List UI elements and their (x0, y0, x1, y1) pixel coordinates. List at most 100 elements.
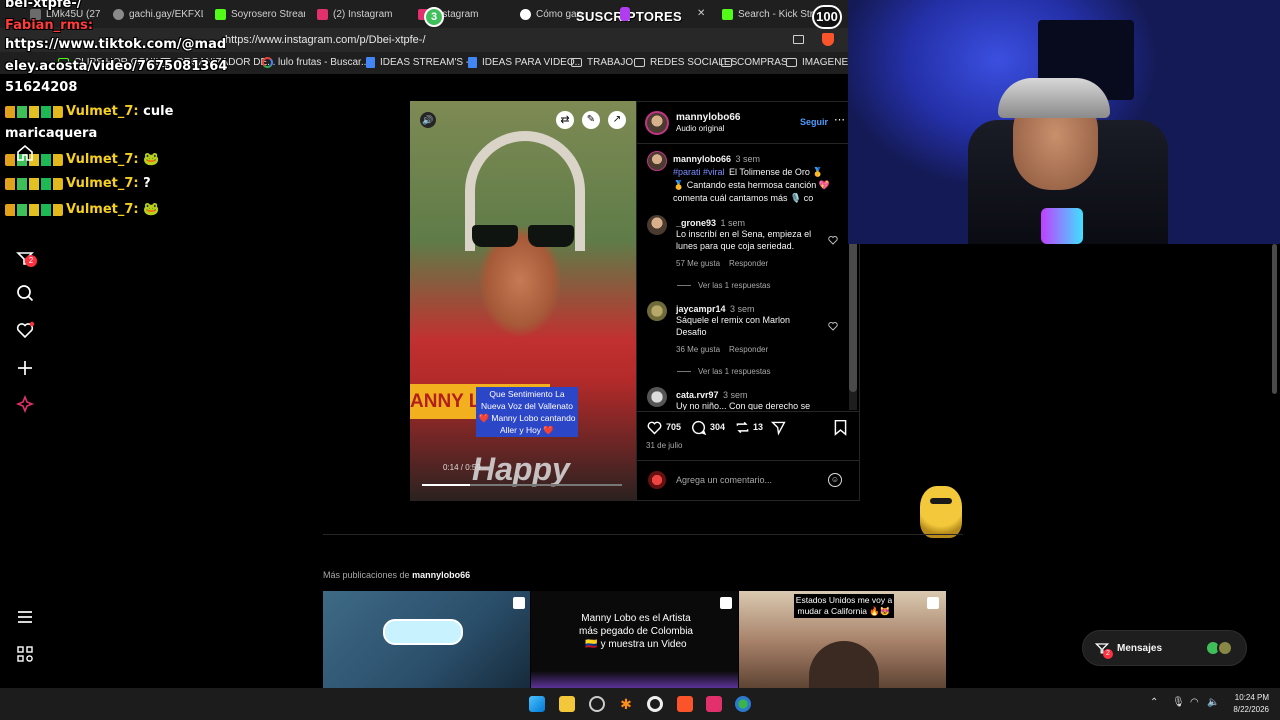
globe-icon[interactable] (735, 696, 751, 712)
caption-author[interactable]: mannylobo66 (673, 154, 731, 164)
comment-avatar[interactable] (647, 301, 667, 321)
audio-label[interactable]: Audio original (676, 124, 724, 133)
browser-tab[interactable]: (2) Instagram (317, 4, 407, 24)
like-icon[interactable] (646, 419, 663, 436)
chat-badges (5, 203, 63, 216)
app-icon[interactable]: ✱ (618, 696, 634, 712)
comment-likes[interactable]: 57 Me gusta (676, 259, 720, 268)
reply-button[interactable]: Responder (729, 345, 768, 354)
reel-icon (720, 597, 732, 609)
microphone-icon[interactable]: 🎙 (1172, 697, 1185, 708)
video-progress[interactable] (422, 484, 622, 486)
post-video[interactable]: ANNY LO Happy Que Sentimiento La Nueva V… (410, 101, 636, 501)
section-divider (323, 534, 963, 535)
close-tab-icon[interactable]: ✕ (697, 8, 705, 19)
windows-start-icon[interactable] (529, 696, 545, 712)
browser-tab[interactable]: Search - Kick Stream (722, 4, 822, 24)
chat-message: Vulmet_7: 🐸 (5, 202, 159, 217)
wifi-icon[interactable]: ◠ (1190, 697, 1199, 708)
caption-block: mannylobo66 3 sem #parati #viral El Toli… (673, 152, 841, 204)
like-count[interactable]: 705 (666, 422, 681, 432)
comment-user[interactable]: cata.rvr97 (676, 390, 719, 400)
comment-heart-icon[interactable] (828, 321, 838, 331)
author-name[interactable]: mannylobo66 (676, 112, 740, 123)
obs-icon[interactable] (647, 696, 663, 712)
app-icon[interactable] (589, 696, 605, 712)
bookmark-folder[interactable]: TRABAJO (571, 57, 633, 68)
post-thumbnail[interactable] (323, 591, 530, 691)
browser-tab[interactable]: Cómo ganar se... (520, 4, 582, 24)
more-posts-author[interactable]: mannylobo66 (412, 570, 470, 580)
google-icon (262, 57, 273, 68)
mascot-sticker (920, 486, 962, 538)
author-avatar[interactable] (645, 111, 669, 135)
globe-icon (113, 8, 124, 20)
bookmark-folder[interactable]: COMPRAS (721, 57, 788, 68)
comment-count[interactable]: 304 (710, 422, 725, 432)
post-thumbnail[interactable]: Estados Unidos me voy a mudar a Californ… (739, 591, 946, 691)
share-icon[interactable] (770, 419, 787, 436)
divider (637, 143, 859, 144)
emoji-icon[interactable]: ☺ (828, 473, 842, 487)
page-scrollbar[interactable] (1272, 244, 1277, 394)
volume-icon[interactable]: 🔊 (420, 112, 436, 128)
url-field[interactable]: https://www.instagram.com/p/Dbei-xtpfe-/ (225, 34, 426, 46)
comment-text-clip: Uy no niño... Con que derecho se (676, 400, 826, 410)
bookmark-item[interactable]: IDEAS STREAM'S -... (366, 57, 477, 68)
bookmark-icon[interactable] (833, 419, 848, 436)
create-icon[interactable] (15, 358, 35, 378)
meta-ai-icon[interactable] (15, 394, 35, 414)
home-icon[interactable] (15, 143, 35, 163)
chevron-up-icon[interactable]: ⌃ (1150, 697, 1158, 708)
browser-tab[interactable]: gachi.gay/EKFXLn (113, 4, 203, 24)
chat-text: ? (143, 176, 151, 191)
tiktok-icon[interactable] (706, 696, 722, 712)
comment-user[interactable]: jaycampr14 (676, 304, 726, 314)
apps-icon[interactable] (15, 644, 35, 664)
thumb-graphic (809, 641, 879, 691)
menu-icon[interactable] (15, 607, 35, 627)
pin-icon[interactable]: ✎ (582, 111, 600, 129)
view-replies[interactable]: Ver las 1 respuestas (698, 281, 770, 290)
comment-user[interactable]: _grone93 (676, 218, 716, 228)
folder-icon (634, 58, 645, 67)
browser-tab[interactable]: Soyrosero Stream (215, 4, 305, 24)
brave-shield-icon[interactable] (822, 33, 834, 46)
bookmark-folder[interactable]: IMAGENES (786, 57, 855, 68)
more-options-icon[interactable]: ⋯ (834, 113, 845, 126)
sunglasses-graphic (472, 225, 518, 247)
repost-icon[interactable] (734, 419, 751, 436)
chat-text: cule (143, 104, 174, 119)
reply-button[interactable]: Responder (729, 259, 768, 268)
repost-icon[interactable]: ⇄ (556, 111, 574, 129)
comment-text: Sáquele el remix con Marlon Desafio (676, 315, 791, 337)
screen-icon[interactable] (793, 35, 804, 44)
comment-avatar[interactable] (647, 215, 667, 235)
bookmark-item[interactable]: lulo frutas - Buscar... (262, 57, 369, 68)
caption-text: comenta cuál cantamos más 🎙️ co (673, 193, 814, 203)
comment-heart-icon[interactable] (828, 235, 838, 245)
divider (637, 460, 859, 461)
comment-icon[interactable] (690, 419, 707, 436)
caption-avatar[interactable] (647, 151, 667, 171)
post-thumbnail[interactable]: Manny Lobo es el Artista más pegado de C… (531, 591, 738, 691)
comment-likes[interactable]: 36 Me gusta (676, 345, 720, 354)
taskbar-time[interactable]: 10:24 PM (1225, 693, 1269, 702)
external-link-icon[interactable]: ↗ (608, 111, 626, 129)
follow-button[interactable]: Seguir (800, 117, 828, 127)
taskbar-date[interactable]: 8/22/2026 (1225, 705, 1269, 714)
comment-avatar[interactable] (647, 387, 667, 407)
add-comment-input[interactable]: Agrega un comentario... (676, 475, 772, 485)
bookmark-item[interactable]: IDEAS PARA VIDEO... (468, 57, 583, 68)
brave-icon[interactable] (677, 696, 693, 712)
caption-hashtags[interactable]: #parati #viral (673, 167, 725, 177)
volume-icon[interactable]: 🔈 (1207, 697, 1219, 708)
view-replies[interactable]: Ver las 1 respuestas (698, 367, 770, 376)
search-icon[interactable] (15, 283, 35, 303)
comment-time: 3 sem (730, 304, 755, 314)
file-explorer-icon[interactable] (559, 696, 575, 712)
share-count[interactable]: 13 (753, 422, 763, 432)
comment-time: 3 sem (723, 390, 748, 400)
thumb-caption: Manny Lobo es el Artista más pegado de C… (579, 613, 693, 650)
heart-icon[interactable] (15, 320, 35, 340)
